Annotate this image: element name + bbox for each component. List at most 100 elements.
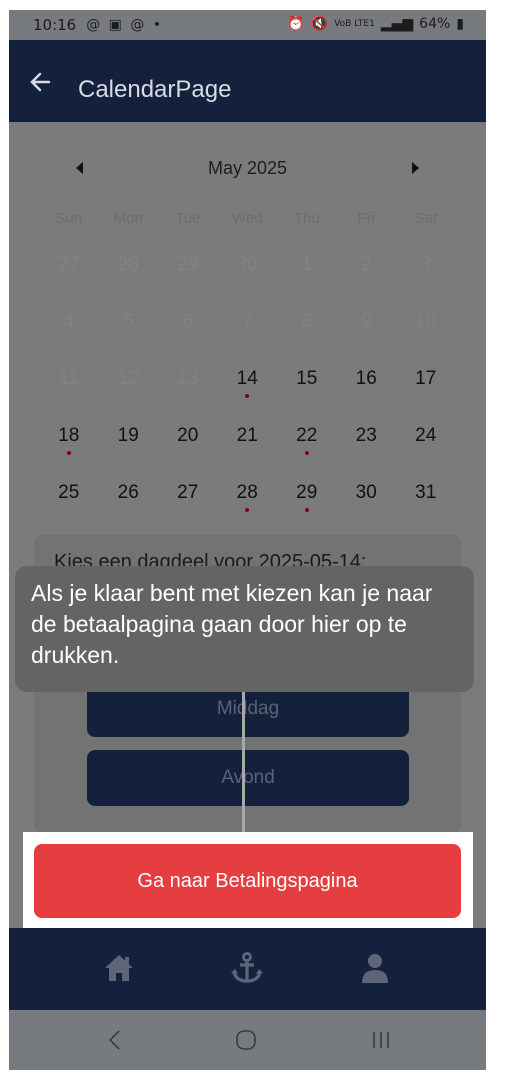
weekday-label: Fri xyxy=(357,210,376,227)
day-number: 28 xyxy=(236,482,258,503)
calendar-day[interactable]: 23 xyxy=(337,417,397,474)
alarm-icon: ⏰ xyxy=(287,16,305,32)
calendar-day[interactable]: 25 xyxy=(39,474,99,531)
day-number: 19 xyxy=(117,425,139,446)
back-arrow-icon[interactable] xyxy=(27,68,55,96)
day-number: 12 xyxy=(117,368,139,389)
month-header: May 2025 xyxy=(9,154,486,184)
event-dot xyxy=(304,508,309,512)
event-dot xyxy=(245,508,250,512)
day-number: 21 xyxy=(236,425,258,446)
day-number: 9 xyxy=(360,311,372,332)
day-number: 30 xyxy=(355,482,377,503)
day-number: 20 xyxy=(177,425,199,446)
calendar-day: 3 xyxy=(396,246,456,303)
calendar-day[interactable]: 20 xyxy=(158,417,218,474)
day-number: 18 xyxy=(58,425,80,446)
calendar-day: 7 xyxy=(218,303,278,360)
calendar-day: 11 xyxy=(39,360,99,417)
calendar-day: 1 xyxy=(277,246,337,303)
calendar-day[interactable]: 26 xyxy=(99,474,159,531)
home-circle-icon[interactable] xyxy=(234,1028,258,1052)
calendar-day[interactable]: 14 xyxy=(218,360,278,417)
weekday-label: Sat xyxy=(414,210,437,227)
calendar-day: 13 xyxy=(158,360,218,417)
app-bar: CalendarPage xyxy=(9,40,486,122)
back-icon[interactable] xyxy=(105,1028,125,1052)
calendar-day[interactable]: 27 xyxy=(158,474,218,531)
calendar-day: 10 xyxy=(396,303,456,360)
calendar-content: May 2025 Sun Mon Tue Wed Thu Fri Sat 27 28 29 30 1… xyxy=(9,122,486,928)
calendar-day[interactable]: 28 xyxy=(218,474,278,531)
calendar-day: 9 xyxy=(337,303,397,360)
day-number: 17 xyxy=(415,368,437,389)
status-right-icons: ⏰ 🔇 VoB LTE1 ▂▄▆ 64% ▮ xyxy=(287,16,464,32)
calendar-day[interactable]: 22 xyxy=(277,417,337,474)
calendar-day[interactable]: 16 xyxy=(337,360,397,417)
user-icon[interactable] xyxy=(357,950,393,986)
calendar-day: 27 xyxy=(39,246,99,303)
event-dot xyxy=(304,451,309,455)
battery-icon: ▮ xyxy=(456,16,464,32)
day-number: 1 xyxy=(301,254,313,275)
calendar-day: 29 xyxy=(158,246,218,303)
calendar-day[interactable]: 24 xyxy=(396,417,456,474)
calendar-day: 2 xyxy=(337,246,397,303)
anchor-icon[interactable] xyxy=(229,950,265,986)
day-number: 5 xyxy=(122,311,134,332)
daypart-button-avond[interactable]: Avond xyxy=(87,750,409,806)
day-number: 31 xyxy=(415,482,437,503)
next-month-icon[interactable] xyxy=(412,162,419,174)
day-number: 16 xyxy=(355,368,377,389)
calendar-day: 4 xyxy=(39,303,99,360)
day-number: 3 xyxy=(420,254,432,275)
bottom-navigation xyxy=(9,928,486,1010)
calendar-day[interactable]: 18 xyxy=(39,417,99,474)
event-dot xyxy=(66,451,71,455)
network-label: VoB LTE1 xyxy=(334,19,375,29)
battery-percentage: 64% xyxy=(419,16,451,32)
tutorial-tooltip: Als je klaar bent met kiezen kan je naar… xyxy=(15,566,474,692)
weekday-label: Mon xyxy=(113,210,143,227)
calendar-day[interactable]: 29 xyxy=(277,474,337,531)
day-number: 22 xyxy=(296,425,318,446)
page-title: CalendarPage xyxy=(78,76,232,103)
event-dot xyxy=(245,394,250,398)
calendar-day: 5 xyxy=(99,303,159,360)
status-notification-icons: @ ▣ @ • xyxy=(86,17,164,33)
calendar-day: 12 xyxy=(99,360,159,417)
weekday-label: Wed xyxy=(231,210,263,227)
weekday-label: Tue xyxy=(175,210,201,227)
pay-button[interactable]: Ga naar Betalingspagina xyxy=(34,844,461,918)
day-number: 11 xyxy=(58,368,79,389)
calendar-day[interactable]: 31 xyxy=(396,474,456,531)
calendar-day[interactable]: 30 xyxy=(337,474,397,531)
day-number: 29 xyxy=(296,482,318,503)
calendar-day: 28 xyxy=(99,246,159,303)
day-number: 2 xyxy=(360,254,372,275)
calendar-day[interactable]: 21 xyxy=(218,417,278,474)
status-bar: 10:16 @ ▣ @ • ⏰ 🔇 VoB LTE1 ▂▄▆ 64% ▮ xyxy=(9,10,486,40)
day-number: 6 xyxy=(182,311,194,332)
day-number: 27 xyxy=(177,482,199,503)
calendar-day[interactable]: 15 xyxy=(277,360,337,417)
day-number: 27 xyxy=(58,254,80,275)
calendar-day: 8 xyxy=(277,303,337,360)
tooltip-pointer xyxy=(242,692,245,840)
calendar-day: 6 xyxy=(158,303,218,360)
day-number: 29 xyxy=(177,254,199,275)
day-number: 8 xyxy=(301,311,313,332)
recents-icon[interactable] xyxy=(370,1028,392,1052)
calendar-grid: 27 28 29 30 1 2 3 4 5 6 7 8 9 10 11 12 13 14 15 16 17 18 19 20 2… xyxy=(39,246,486,531)
day-number: 28 xyxy=(117,254,139,275)
day-number: 24 xyxy=(415,425,437,446)
calendar-day[interactable]: 17 xyxy=(396,360,456,417)
day-number: 4 xyxy=(63,311,75,332)
home-icon[interactable] xyxy=(101,950,137,986)
status-time: 10:16 xyxy=(33,16,77,34)
calendar-day[interactable]: 19 xyxy=(99,417,159,474)
system-navigation xyxy=(9,1010,486,1070)
day-number: 23 xyxy=(355,425,377,446)
signal-icon: ▂▄▆ xyxy=(380,16,414,32)
mute-icon: 🔇 xyxy=(310,16,329,32)
